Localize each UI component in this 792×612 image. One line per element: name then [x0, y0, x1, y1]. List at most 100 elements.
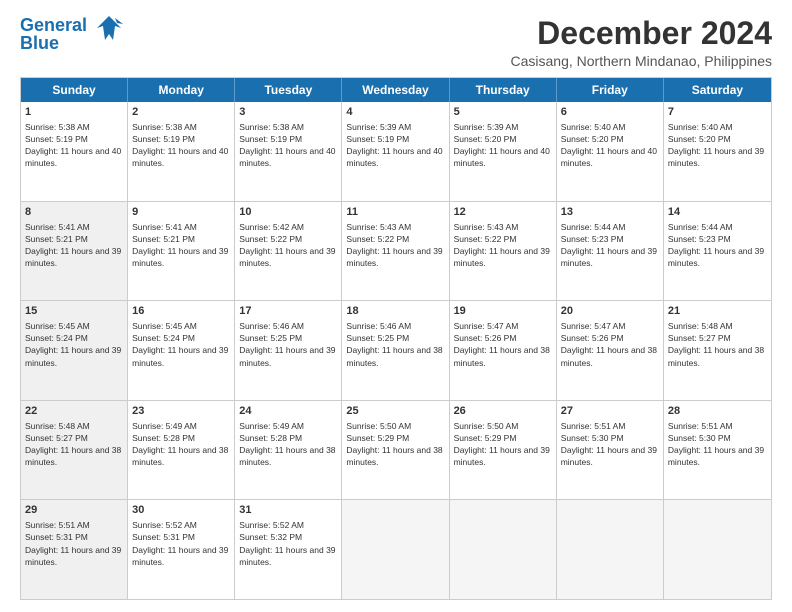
- calendar-cell: 24 Sunrise: 5:49 AMSunset: 5:28 PMDayligh…: [235, 401, 342, 500]
- calendar-cell: 1 Sunrise: 5:38 AMSunset: 5:19 PMDaylight…: [21, 102, 128, 201]
- header-tuesday: Tuesday: [235, 78, 342, 102]
- calendar-week-1: 1 Sunrise: 5:38 AMSunset: 5:19 PMDaylight…: [21, 102, 771, 202]
- calendar-cell: 20Sunrise: 5:47 AMSunset: 5:26 PMDayligh…: [557, 301, 664, 400]
- calendar-cell: [342, 500, 449, 599]
- cell-info: Sunrise: 5:49 AMSunset: 5:28 PMDaylight:…: [132, 421, 228, 467]
- day-number: 22: [25, 404, 123, 419]
- calendar-week-2: 8 Sunrise: 5:41 AMSunset: 5:21 PMDaylight…: [21, 202, 771, 302]
- day-number: 4: [346, 105, 444, 120]
- cell-info: Sunrise: 5:43 AMSunset: 5:22 PMDaylight:…: [454, 222, 550, 268]
- calendar-body: 1 Sunrise: 5:38 AMSunset: 5:19 PMDaylight…: [21, 102, 771, 599]
- day-number: 18: [346, 304, 444, 319]
- cell-info: Sunrise: 5:45 AMSunset: 5:24 PMDaylight:…: [25, 321, 121, 367]
- day-number: 21: [668, 304, 767, 319]
- day-number: 2: [132, 105, 230, 120]
- calendar-cell: 29Sunrise: 5:51 AMSunset: 5:31 PMDayligh…: [21, 500, 128, 599]
- cell-info: Sunrise: 5:39 AMSunset: 5:20 PMDaylight:…: [454, 122, 550, 168]
- calendar-cell: 28 Sunrise: 5:51 AMSunset: 5:30 PMDayligh…: [664, 401, 771, 500]
- day-number: 8: [25, 205, 123, 220]
- calendar-cell: 12 Sunrise: 5:43 AMSunset: 5:22 PMDayligh…: [450, 202, 557, 301]
- day-number: 13: [561, 205, 659, 220]
- logo: General Blue: [20, 16, 123, 52]
- header-sunday: Sunday: [21, 78, 128, 102]
- cell-info: Sunrise: 5:44 AMSunset: 5:23 PMDaylight:…: [668, 222, 764, 268]
- cell-info: Sunrise: 5:48 AMSunset: 5:27 PMDaylight:…: [25, 421, 121, 467]
- calendar-cell: 17 Sunrise: 5:46 AMSunset: 5:25 PMDayligh…: [235, 301, 342, 400]
- calendar-cell: 21 Sunrise: 5:48 AMSunset: 5:27 PMDayligh…: [664, 301, 771, 400]
- cell-info: Sunrise: 5:38 AMSunset: 5:19 PMDaylight:…: [25, 122, 121, 168]
- day-number: 24: [239, 404, 337, 419]
- cell-info: Sunrise: 5:52 AMSunset: 5:32 PMDaylight:…: [239, 520, 335, 566]
- cell-info: Sunrise: 5:46 AMSunset: 5:25 PMDaylight:…: [239, 321, 335, 367]
- calendar-cell: 9 Sunrise: 5:41 AMSunset: 5:21 PMDaylight…: [128, 202, 235, 301]
- cell-info: Sunrise: 5:39 AMSunset: 5:19 PMDaylight:…: [346, 122, 442, 168]
- cell-info: Sunrise: 5:45 AMSunset: 5:24 PMDaylight:…: [132, 321, 228, 367]
- cell-info: Sunrise: 5:51 AMSunset: 5:30 PMDaylight:…: [668, 421, 764, 467]
- calendar-cell: 16 Sunrise: 5:45 AMSunset: 5:24 PMDayligh…: [128, 301, 235, 400]
- cell-info: Sunrise: 5:42 AMSunset: 5:22 PMDaylight:…: [239, 222, 335, 268]
- logo-text: General: [20, 16, 87, 34]
- calendar-week-5: 29Sunrise: 5:51 AMSunset: 5:31 PMDayligh…: [21, 500, 771, 599]
- calendar-cell: 4 Sunrise: 5:39 AMSunset: 5:19 PMDaylight…: [342, 102, 449, 201]
- cell-info: Sunrise: 5:51 AMSunset: 5:30 PMDaylight:…: [561, 421, 657, 467]
- calendar-cell: 3Sunrise: 5:38 AMSunset: 5:19 PMDaylight…: [235, 102, 342, 201]
- header-wednesday: Wednesday: [342, 78, 449, 102]
- header: General Blue December 2024 Casisang, Nor…: [20, 16, 772, 69]
- day-number: 17: [239, 304, 337, 319]
- cell-info: Sunrise: 5:46 AMSunset: 5:25 PMDaylight:…: [346, 321, 442, 367]
- calendar-cell: 26 Sunrise: 5:50 AMSunset: 5:29 PMDayligh…: [450, 401, 557, 500]
- cell-info: Sunrise: 5:38 AMSunset: 5:19 PMDaylight:…: [239, 122, 335, 168]
- cell-info: Sunrise: 5:49 AMSunset: 5:28 PMDaylight:…: [239, 421, 335, 467]
- cell-info: Sunrise: 5:41 AMSunset: 5:21 PMDaylight:…: [132, 222, 228, 268]
- day-number: 9: [132, 205, 230, 220]
- calendar-cell: 6Sunrise: 5:40 AMSunset: 5:20 PMDaylight…: [557, 102, 664, 201]
- page: General Blue December 2024 Casisang, Nor…: [0, 0, 792, 612]
- header-friday: Friday: [557, 78, 664, 102]
- day-number: 25: [346, 404, 444, 419]
- day-number: 23: [132, 404, 230, 419]
- day-number: 20: [561, 304, 659, 319]
- location-title: Casisang, Northern Mindanao, Philippines: [511, 53, 772, 69]
- calendar-cell: 10Sunrise: 5:42 AMSunset: 5:22 PMDayligh…: [235, 202, 342, 301]
- calendar-cell: 7Sunrise: 5:40 AMSunset: 5:20 PMDaylight…: [664, 102, 771, 201]
- day-number: 16: [132, 304, 230, 319]
- month-title: December 2024: [511, 16, 772, 51]
- cell-info: Sunrise: 5:50 AMSunset: 5:29 PMDaylight:…: [454, 421, 550, 467]
- calendar-cell: 8Sunrise: 5:41 AMSunset: 5:21 PMDaylight…: [21, 202, 128, 301]
- day-number: 5: [454, 105, 552, 120]
- calendar-cell: 30Sunrise: 5:52 AMSunset: 5:31 PMDayligh…: [128, 500, 235, 599]
- calendar-cell: 2Sunrise: 5:38 AMSunset: 5:19 PMDaylight…: [128, 102, 235, 201]
- day-number: 12: [454, 205, 552, 220]
- calendar-header: Sunday Monday Tuesday Wednesday Thursday…: [21, 78, 771, 102]
- day-number: 14: [668, 205, 767, 220]
- calendar-cell: 31 Sunrise: 5:52 AMSunset: 5:32 PMDayligh…: [235, 500, 342, 599]
- cell-info: Sunrise: 5:44 AMSunset: 5:23 PMDaylight:…: [561, 222, 657, 268]
- day-number: 1: [25, 105, 123, 120]
- calendar-cell: [450, 500, 557, 599]
- logo-bird-icon: [95, 14, 123, 46]
- header-saturday: Saturday: [664, 78, 771, 102]
- calendar-cell: 15 Sunrise: 5:45 AMSunset: 5:24 PMDayligh…: [21, 301, 128, 400]
- cell-info: Sunrise: 5:47 AMSunset: 5:26 PMDaylight:…: [454, 321, 550, 367]
- calendar-cell: 27 Sunrise: 5:51 AMSunset: 5:30 PMDayligh…: [557, 401, 664, 500]
- cell-info: Sunrise: 5:48 AMSunset: 5:27 PMDaylight:…: [668, 321, 764, 367]
- day-number: 30: [132, 503, 230, 518]
- day-number: 27: [561, 404, 659, 419]
- calendar-cell: 22 Sunrise: 5:48 AMSunset: 5:27 PMDayligh…: [21, 401, 128, 500]
- day-number: 15: [25, 304, 123, 319]
- calendar-cell: 14 Sunrise: 5:44 AMSunset: 5:23 PMDayligh…: [664, 202, 771, 301]
- header-monday: Monday: [128, 78, 235, 102]
- day-number: 19: [454, 304, 552, 319]
- cell-info: Sunrise: 5:40 AMSunset: 5:20 PMDaylight:…: [561, 122, 657, 168]
- calendar-week-3: 15 Sunrise: 5:45 AMSunset: 5:24 PMDayligh…: [21, 301, 771, 401]
- day-number: 11: [346, 205, 444, 220]
- calendar-cell: 13 Sunrise: 5:44 AMSunset: 5:23 PMDayligh…: [557, 202, 664, 301]
- header-thursday: Thursday: [450, 78, 557, 102]
- day-number: 31: [239, 503, 337, 518]
- calendar-week-4: 22 Sunrise: 5:48 AMSunset: 5:27 PMDayligh…: [21, 401, 771, 501]
- day-number: 28: [668, 404, 767, 419]
- calendar-cell: [664, 500, 771, 599]
- day-number: 29: [25, 503, 123, 518]
- calendar-cell: 23 Sunrise: 5:49 AMSunset: 5:28 PMDayligh…: [128, 401, 235, 500]
- day-number: 26: [454, 404, 552, 419]
